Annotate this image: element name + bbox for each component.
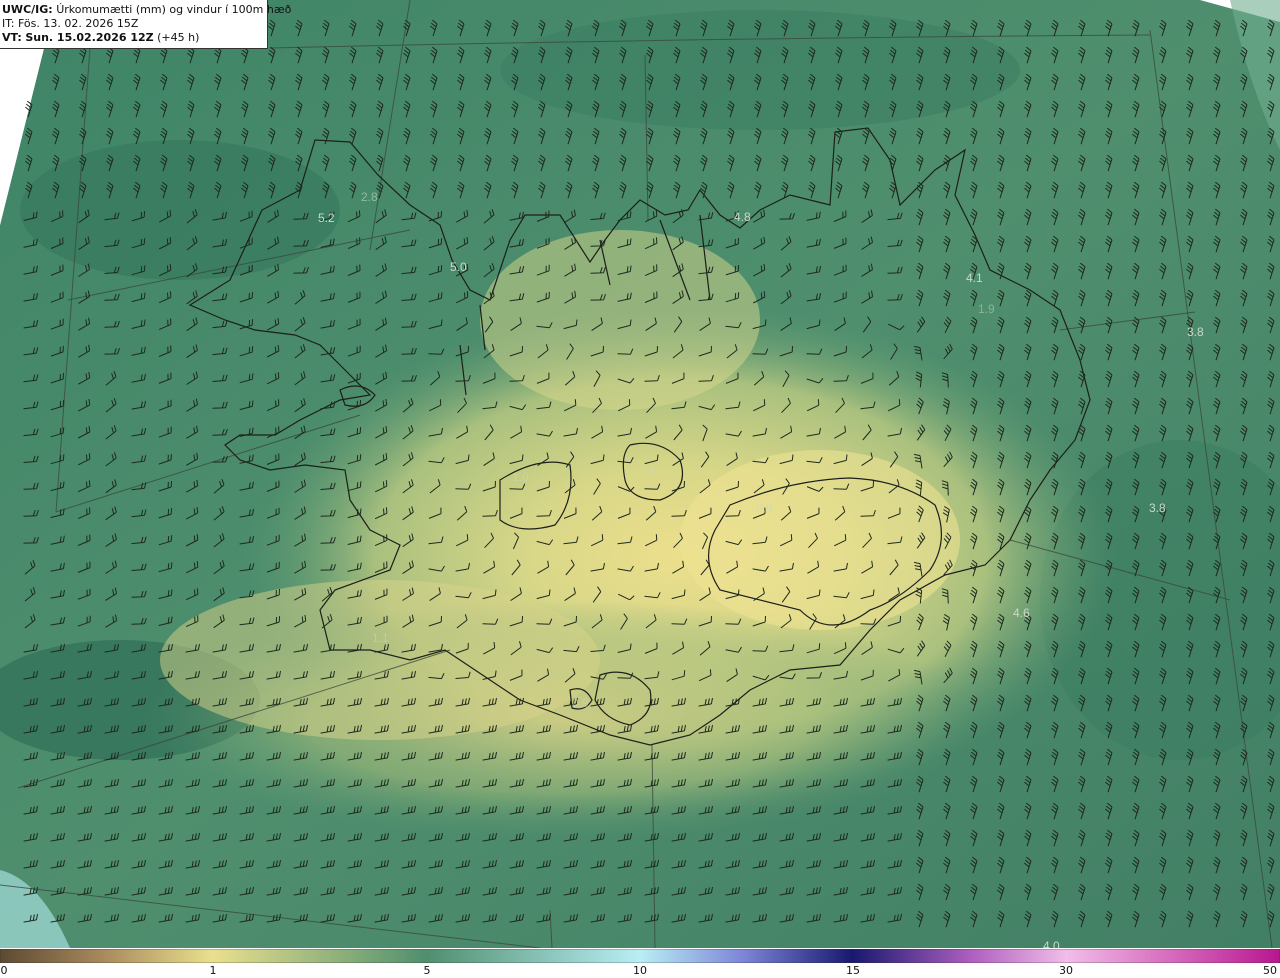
- precip-value-label: 3.8: [1187, 325, 1204, 339]
- precip-value-label: 4.6: [1013, 606, 1030, 620]
- colorbar-tick: 1: [209, 964, 217, 977]
- precip-value-label: 4.0: [1043, 939, 1060, 948]
- map-viewer: { "header": { "model_label": "UWC/IG:", …: [0, 0, 1280, 978]
- map-title: Úrkomumætti (mm) og vindur í 100m hæð: [56, 3, 292, 16]
- colorbar-tick: 10: [633, 964, 647, 977]
- precip-value-label: 1.0: [512, 470, 529, 484]
- valid-time-line: VT: Sun. 15.02.2026 12Z (+45 h): [2, 31, 267, 45]
- vt-label: VT:: [2, 31, 22, 44]
- precip-value-label: 0.9: [572, 696, 589, 710]
- precip-value-label: 1.1: [372, 631, 389, 645]
- vt-offset: (+45 h): [157, 31, 200, 44]
- issue-time-line: IT: Fös. 13. 02. 2026 15Z: [2, 17, 267, 31]
- precip-value-label: 4.1: [966, 271, 983, 285]
- precip-value-label: 2.8: [361, 190, 378, 204]
- colorbar-tick: 50: [1263, 964, 1277, 977]
- colorbar-gradient: [0, 948, 1280, 964]
- title-line: UWC/IG: Úrkomumætti (mm) og vindur í 100…: [2, 3, 291, 17]
- precipitation-wind-map: 5.2 2.8 5.0 4.8 4.1 1.9 3.8 1.4 1.0 0.9 …: [0, 0, 1280, 948]
- precip-value-label: 4.8: [734, 210, 751, 224]
- colorbar-ticks: 0 1 5 10 15 30 50: [0, 963, 1280, 978]
- precip-value-label: 0.9: [756, 501, 773, 515]
- forecast-info-box: UWC/IG: Úrkomumætti (mm) og vindur í 100…: [0, 0, 291, 49]
- colorbar-tick: 5: [423, 964, 431, 977]
- vt-value: Sun. 15.02.2026 12Z: [25, 31, 154, 44]
- precip-value-label: 1.9: [978, 302, 995, 316]
- precip-value-label: 5.0: [450, 260, 467, 274]
- precip-value-label: 3.8: [1149, 501, 1166, 515]
- it-value: Fös. 13. 02. 2026 15Z: [17, 17, 139, 30]
- colorbar-tick: 30: [1059, 964, 1073, 977]
- precip-value-label: 1.4: [638, 463, 655, 477]
- colorbar-tick: 15: [846, 964, 860, 977]
- model-label: UWC/IG:: [2, 3, 53, 16]
- it-label: IT:: [2, 17, 15, 30]
- colorbar-tick: 0: [0, 964, 8, 977]
- precip-value-label: 5.2: [318, 211, 335, 225]
